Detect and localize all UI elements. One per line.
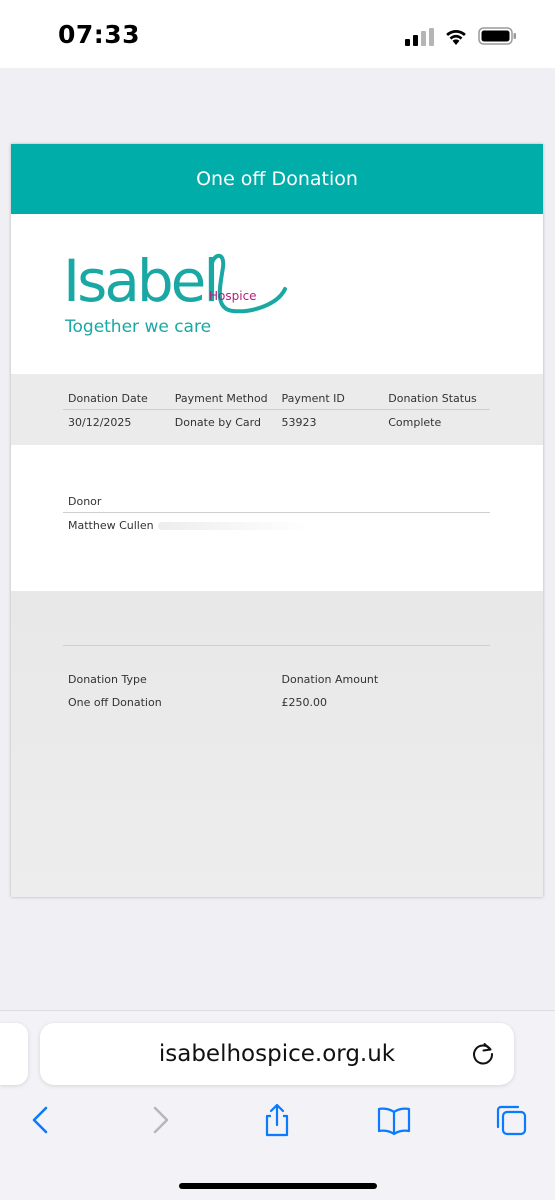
status-bar: 07:33 <box>0 0 555 68</box>
summary-header-id: Payment ID <box>281 392 345 405</box>
detail-section: Donation Type Donation Amount One off Do… <box>11 591 543 897</box>
donation-receipt: One off Donation Isabel Hospice Together… <box>11 144 543 897</box>
summary-header-method: Payment Method <box>174 392 268 405</box>
detail-header-type: Donation Type <box>68 673 147 686</box>
battery-icon <box>478 27 516 45</box>
summary-header-status: Donation Status <box>388 392 477 405</box>
logo-section: Isabel Hospice Together we care <box>11 214 543 374</box>
bookmarks-icon[interactable] <box>377 1103 411 1137</box>
donation-amount-value: £250.00 <box>281 696 328 709</box>
summary-table: Donation Date Payment Method Payment ID … <box>63 392 490 429</box>
donation-status-value: Complete <box>388 416 442 429</box>
home-indicator[interactable] <box>179 1183 377 1189</box>
donor-value-row: Matthew Cullen <box>63 513 490 532</box>
detail-header-row: Donation Type Donation Amount <box>63 673 490 690</box>
detail-table: Donation Type Donation Amount One off Do… <box>63 673 490 709</box>
back-icon[interactable] <box>24 1103 58 1137</box>
donor-table: Donor Matthew Cullen <box>63 495 490 532</box>
tabs-icon[interactable] <box>494 1103 528 1137</box>
redacted-text <box>157 522 308 530</box>
detail-header-amount: Donation Amount <box>281 673 379 686</box>
payment-method-value: Donate by Card <box>174 416 261 429</box>
logo-tagline: Together we care <box>65 317 212 337</box>
isabel-hospice-logo: Isabel Hospice Together we care <box>63 249 293 339</box>
summary-value-row: 30/12/2025 Donate by Card 53923 Complete <box>63 410 490 429</box>
donation-type-value: One off Donation <box>68 696 162 709</box>
forward-icon[interactable] <box>143 1103 177 1137</box>
donor-header: Donor <box>68 495 102 508</box>
reload-icon[interactable] <box>470 1041 496 1067</box>
receipt-title: One off Donation <box>196 168 358 190</box>
address-url[interactable]: isabelhospice.org.uk <box>40 1023 514 1085</box>
donor-header-row: Donor <box>63 495 490 513</box>
detail-value-row: One off Donation £250.00 <box>63 690 490 709</box>
summary-header-date: Donation Date <box>68 392 148 405</box>
browser-chrome: isabelhospice.org.uk <box>0 1010 555 1200</box>
share-icon[interactable] <box>260 1103 294 1137</box>
logo-hospice: Hospice <box>209 289 257 303</box>
donation-date-value: 30/12/2025 <box>68 416 132 429</box>
donor-section: Donor Matthew Cullen <box>11 445 543 591</box>
detail-divider <box>63 645 490 646</box>
previous-tab-peek[interactable] <box>0 1023 28 1085</box>
summary-header-row: Donation Date Payment Method Payment ID … <box>63 392 490 410</box>
receipt-header: One off Donation <box>11 144 543 214</box>
donor-value-cell: Matthew Cullen <box>63 519 490 532</box>
donor-name: Matthew Cullen <box>68 519 154 532</box>
status-time: 07:33 <box>58 20 141 49</box>
address-bar[interactable]: isabelhospice.org.uk <box>40 1023 514 1085</box>
wifi-icon <box>446 29 466 45</box>
cellular-signal-icon <box>405 28 434 46</box>
summary-section: Donation Date Payment Method Payment ID … <box>11 374 543 445</box>
payment-id-value: 53923 <box>281 416 317 429</box>
